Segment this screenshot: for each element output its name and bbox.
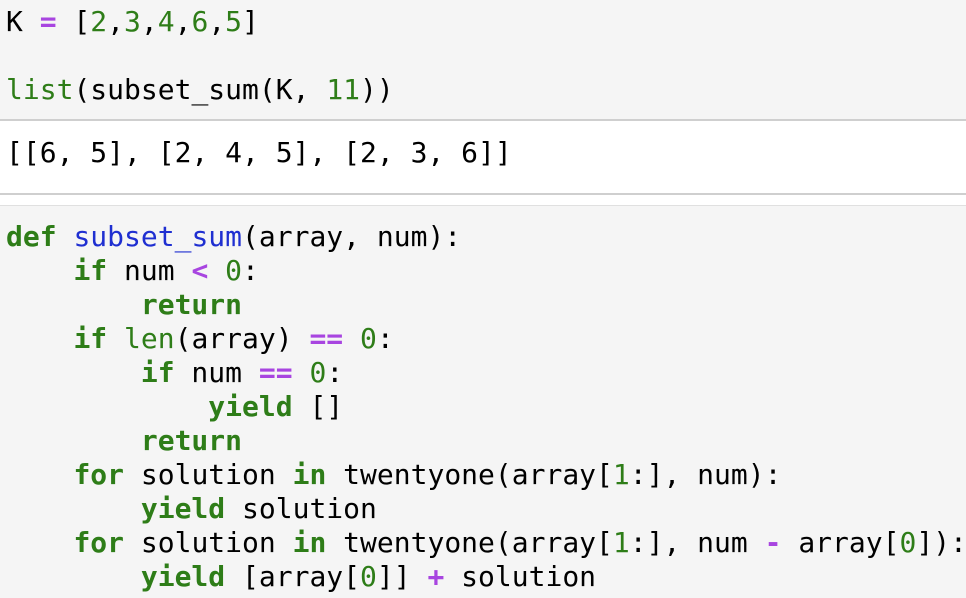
code-token: 2	[90, 5, 108, 38]
code-token: (array)	[174, 322, 310, 355]
code-token: yield	[208, 390, 293, 423]
code-token: 11	[326, 73, 361, 106]
code-token: 3	[124, 5, 141, 38]
code-cell-input-bottom[interactable]: def subset_sum(array, num): if num < 0: …	[0, 206, 966, 598]
code-token: (array, num):	[242, 220, 462, 253]
code-token: (subset_sum(K,	[73, 73, 327, 106]
code-token: <	[191, 254, 209, 287]
code-line: def subset_sum(array, num):	[6, 220, 461, 254]
code-token: yield	[140, 492, 226, 525]
code-token: :	[242, 254, 259, 287]
code-cell-output: [[6, 5], [2, 4, 5], [2, 3, 6]]	[0, 121, 966, 193]
code-token: list	[6, 73, 74, 106]
code-token: def	[6, 220, 57, 253]
code-token: solution	[124, 458, 293, 491]
code-token: ]	[242, 5, 259, 38]
code-token: return	[140, 288, 243, 321]
code-line: if num == 0:	[6, 356, 343, 390]
code-token: if	[73, 322, 108, 355]
code-token: 5	[225, 5, 243, 38]
code-token: 0	[309, 356, 327, 389]
code-token: :], num	[629, 526, 765, 559]
code-token: -	[764, 526, 782, 559]
code-line: if num < 0:	[6, 254, 259, 288]
code-token: array[	[781, 526, 900, 559]
code-token: solution	[444, 560, 597, 593]
code-token: num	[107, 254, 192, 287]
code-token: +	[427, 560, 445, 593]
output-text: [[6, 5], [2, 4, 5], [2, 3, 6]]	[6, 136, 512, 169]
code-token: solution	[124, 526, 293, 559]
code-line: return	[6, 288, 242, 322]
code-line: yield [array[0]] + solution	[6, 560, 596, 594]
code-token: 1	[612, 526, 630, 559]
code-token: 0	[225, 254, 243, 287]
code-line: yield solution	[6, 492, 377, 526]
code-token: ==	[309, 322, 344, 355]
code-token: 4	[157, 5, 175, 38]
code-token: in	[292, 526, 327, 559]
code-token: [array[	[225, 560, 361, 593]
code-token: twentyone(array[	[326, 526, 613, 559]
code-token: 6	[191, 5, 209, 38]
code-token: num	[174, 356, 259, 389]
code-token: 1	[612, 458, 630, 491]
code-token: len	[124, 322, 175, 355]
code-line: list(subset_sum(K, 11))	[6, 73, 394, 107]
code-token: for	[73, 526, 125, 559]
code-token: if	[73, 254, 108, 287]
code-line: K = [2,3,4,6,5]	[6, 5, 259, 39]
code-token: for	[73, 458, 125, 491]
code-token: ,	[140, 5, 158, 38]
code-token: :	[376, 322, 394, 355]
code-token: 0	[360, 560, 377, 593]
code-line: yield []	[6, 390, 343, 424]
code-token: subset_sum	[73, 220, 243, 253]
code-token: []	[292, 390, 344, 423]
code-token: 0	[899, 526, 917, 559]
code-token: :	[326, 356, 344, 389]
code-token: ))	[360, 73, 394, 106]
code-token: ,	[107, 5, 125, 38]
code-line: return	[6, 424, 242, 458]
cell-divider	[0, 193, 966, 195]
code-line: if len(array) == 0:	[6, 322, 394, 356]
code-cell-input-top[interactable]: K = [2,3,4,6,5] list(subset_sum(K, 11))	[0, 0, 966, 119]
code-token: ]):	[916, 526, 966, 559]
code-token: twentyone(array[	[326, 458, 613, 491]
code-token: ,	[174, 5, 192, 38]
code-token: if	[140, 356, 175, 389]
code-token: ==	[258, 356, 293, 389]
code-token: in	[292, 458, 327, 491]
code-token: return	[140, 424, 243, 457]
code-token: yield	[140, 560, 226, 593]
code-token: ,	[208, 5, 226, 38]
code-token: =	[39, 5, 57, 38]
code-line: for solution in twentyone(array[1:], num…	[6, 526, 966, 560]
code-token: [	[56, 5, 91, 38]
code-token: K	[6, 5, 40, 38]
code-token: :], num):	[629, 458, 782, 491]
code-token: 0	[360, 322, 377, 355]
code-line: for solution in twentyone(array[1:], num…	[6, 458, 781, 492]
code-token: ]]	[376, 560, 428, 593]
code-token: solution	[225, 492, 377, 525]
